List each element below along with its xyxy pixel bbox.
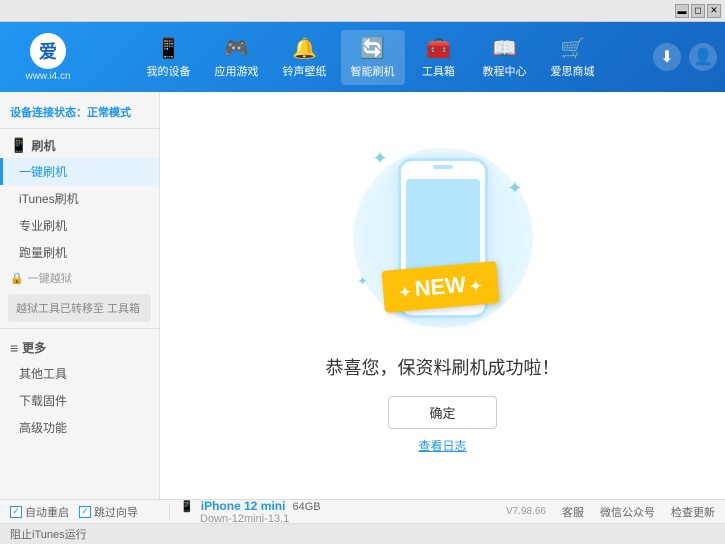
device-info: 📱 iPhone 12 mini 64GB Down-12mini-13,1: [170, 499, 506, 525]
device-name: iPhone 12 mini: [201, 499, 286, 513]
phone-speaker: [433, 165, 453, 169]
nav-ringtone[interactable]: 🔔 铃声壁纸: [273, 30, 337, 85]
more-section-header: ≡ 更多: [0, 335, 159, 360]
wechat-official-link[interactable]: 微信公众号: [600, 504, 655, 520]
minimize-button[interactable]: ▬: [675, 4, 689, 18]
skip-wizard-checkbox-item[interactable]: ✓ 跳过向导: [79, 504, 138, 520]
skip-wizard-label: 跳过向导: [94, 504, 138, 520]
store-icon: 🛒: [560, 36, 585, 61]
nav-bar: 📱 我的设备 🎮 应用游戏 🔔 铃声壁纸 🔄 智能刷机 🧰 工具箱 📖 教程中心…: [88, 30, 653, 85]
toolbox-label: 工具箱: [422, 63, 455, 79]
status-label: 设备连接状态：: [10, 107, 87, 119]
goto-log-link[interactable]: 查看日志: [418, 437, 466, 454]
bottom-bar: ✓ 自动重启 ✓ 跳过向导 📱 iPhone 12 mini 64GB Down…: [0, 499, 725, 523]
window-chrome: ▬ ◻ ✕: [0, 0, 725, 22]
locked-section: 🔒 一键越狱: [0, 266, 159, 290]
user-button[interactable]: 👤: [689, 43, 717, 71]
nav-apps-games[interactable]: 🎮 应用游戏: [205, 30, 269, 85]
sidebar-data-flash[interactable]: 跑量刷机: [0, 239, 159, 266]
apps-games-icon: 🎮: [224, 36, 249, 61]
header: 爱 www.i4.cn 📱 我的设备 🎮 应用游戏 🔔 铃声壁纸 🔄 智能刷机 …: [0, 22, 725, 92]
my-device-icon: 📱: [156, 36, 181, 61]
success-illustration: ✦ ✦ ✦ NEW: [343, 138, 543, 338]
device-storage: 64GB: [293, 501, 321, 513]
bottom-section: ✓ 自动重启 ✓ 跳过向导 📱 iPhone 12 mini 64GB Down…: [0, 499, 725, 544]
success-message: 恭喜您，保资料刷机成功啦！: [326, 354, 560, 380]
maximize-button[interactable]: ◻: [691, 4, 705, 18]
logo-text: www.i4.cn: [25, 71, 70, 82]
sidebar-download-fw[interactable]: 下载固件: [0, 387, 159, 414]
apps-games-label: 应用游戏: [215, 63, 259, 79]
itunes-status: 阻止iTunes运行: [10, 529, 87, 541]
smart-flash-label: 智能刷机: [351, 63, 395, 79]
toolbox-icon: 🧰: [426, 36, 451, 61]
logo: 爱 www.i4.cn: [8, 33, 88, 82]
lock-icon: 🔒: [10, 272, 24, 285]
customer-service-link[interactable]: 客服: [562, 504, 584, 520]
auto-restart-checkbox-item[interactable]: ✓ 自动重启: [10, 504, 69, 520]
store-label: 爱思商城: [551, 63, 595, 79]
flash-section-icon: 📱: [10, 137, 27, 154]
auto-restart-checkbox[interactable]: ✓: [10, 506, 22, 518]
ringtone-icon: 🔔: [292, 36, 317, 61]
header-right-buttons: ⬇ 👤: [653, 43, 717, 71]
version-text: V7.98.66: [506, 506, 546, 517]
more-section-icon: ≡: [10, 340, 18, 356]
nav-toolbox[interactable]: 🧰 工具箱: [409, 30, 469, 85]
sidebar-one-click-flash[interactable]: 一键刷机: [0, 158, 159, 185]
nav-my-device[interactable]: 📱 我的设备: [137, 30, 201, 85]
locked-notice: 越狱工具已转移至 工具箱: [8, 294, 151, 322]
nav-smart-flash[interactable]: 🔄 智能刷机: [341, 30, 405, 85]
sidebar: 设备连接状态：正常模式 📱 刷机 一键刷机 iTunes刷机 专业刷机 跑量刷机…: [0, 92, 160, 499]
nav-tutorial[interactable]: 📖 教程中心: [473, 30, 537, 85]
bottom-right: V7.98.66 客服 微信公众号 检查更新: [506, 504, 715, 520]
my-device-label: 我的设备: [147, 63, 191, 79]
smart-flash-icon: 🔄: [360, 36, 385, 61]
ringtone-label: 铃声壁纸: [283, 63, 327, 79]
bottom-left: ✓ 自动重启 ✓ 跳过向导: [10, 504, 170, 520]
tutorial-icon: 📖: [492, 36, 517, 61]
content-area: ✦ ✦ ✦ NEW 恭喜您，保资料刷机成功啦！ 确定 查看日志: [160, 92, 725, 499]
logo-icon: 爱: [30, 33, 66, 69]
flash-section-label: 刷机: [31, 137, 55, 154]
confirm-button[interactable]: 确定: [388, 396, 496, 429]
check-update-link[interactable]: 检查更新: [671, 504, 715, 520]
main-area: 设备连接状态：正常模式 📱 刷机 一键刷机 iTunes刷机 专业刷机 跑量刷机…: [0, 92, 725, 499]
status-bar: 设备连接状态：正常模式: [0, 100, 159, 129]
download-button[interactable]: ⬇: [653, 43, 681, 71]
tutorial-label: 教程中心: [483, 63, 527, 79]
sparkle-1: ✦: [373, 148, 388, 169]
sparkle-3: ✦: [358, 274, 368, 288]
nav-store[interactable]: 🛒 爱思商城: [541, 30, 605, 85]
sidebar-pro-flash[interactable]: 专业刷机: [0, 212, 159, 239]
sidebar-itunes-flash[interactable]: iTunes刷机: [0, 185, 159, 212]
device-icon: 📱: [180, 501, 194, 513]
status-value: 正常模式: [87, 107, 131, 119]
sidebar-advanced[interactable]: 高级功能: [0, 414, 159, 441]
itunes-bar: 阻止iTunes运行: [0, 523, 725, 544]
sidebar-other-tools[interactable]: 其他工具: [0, 360, 159, 387]
skip-wizard-checkbox[interactable]: ✓: [79, 506, 91, 518]
auto-restart-label: 自动重启: [25, 504, 69, 520]
sparkle-2: ✦: [507, 178, 522, 199]
close-button[interactable]: ✕: [707, 4, 721, 18]
flash-section-header: 📱 刷机: [0, 133, 159, 158]
sidebar-divider: [0, 328, 159, 329]
